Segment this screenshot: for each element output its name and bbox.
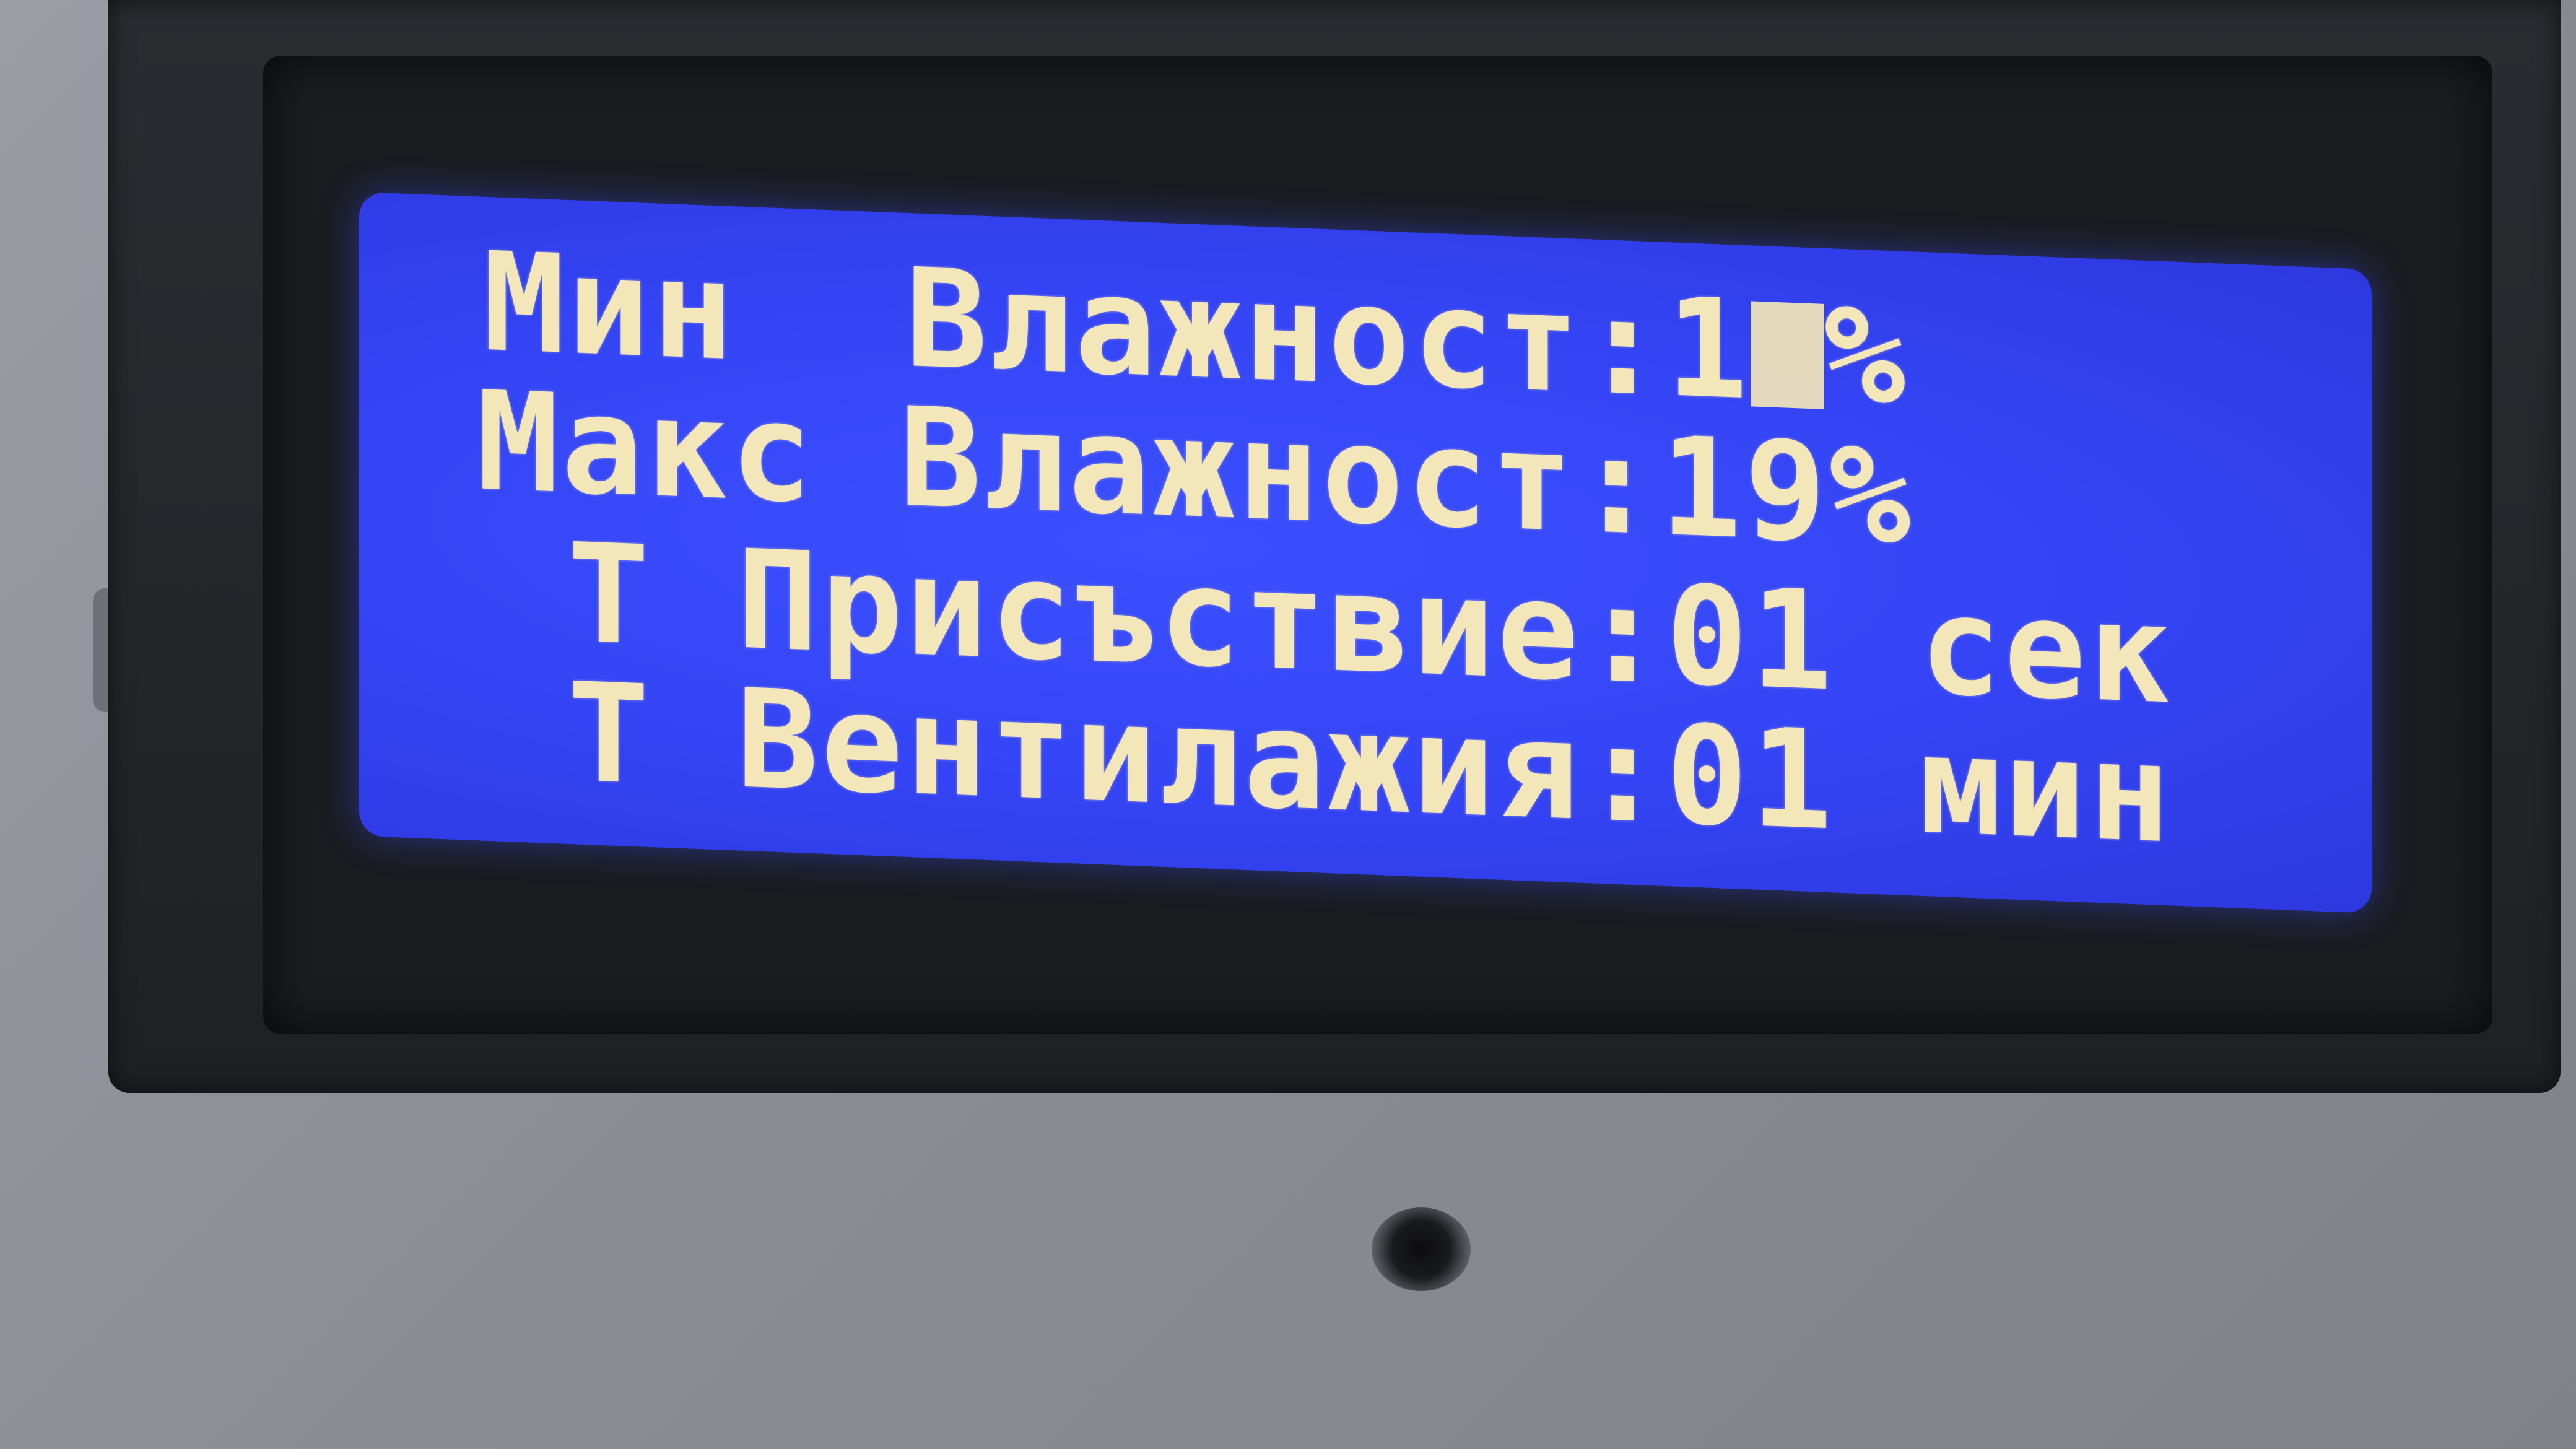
min-humidity-unit: % — [1823, 274, 1908, 437]
edit-cursor — [1750, 301, 1824, 409]
lcd-screen: Мин Влажност:1% Макс Влажност:19% Т Прис… — [359, 192, 2372, 913]
ventilation-time-unit: мин — [1835, 702, 2174, 874]
min-humidity-value: 1 — [1666, 268, 1751, 430]
ventilation-time-value: 01 — [1666, 695, 1835, 861]
max-humidity-value: 19% — [1660, 407, 1913, 576]
screw-hole — [1372, 1208, 1471, 1291]
